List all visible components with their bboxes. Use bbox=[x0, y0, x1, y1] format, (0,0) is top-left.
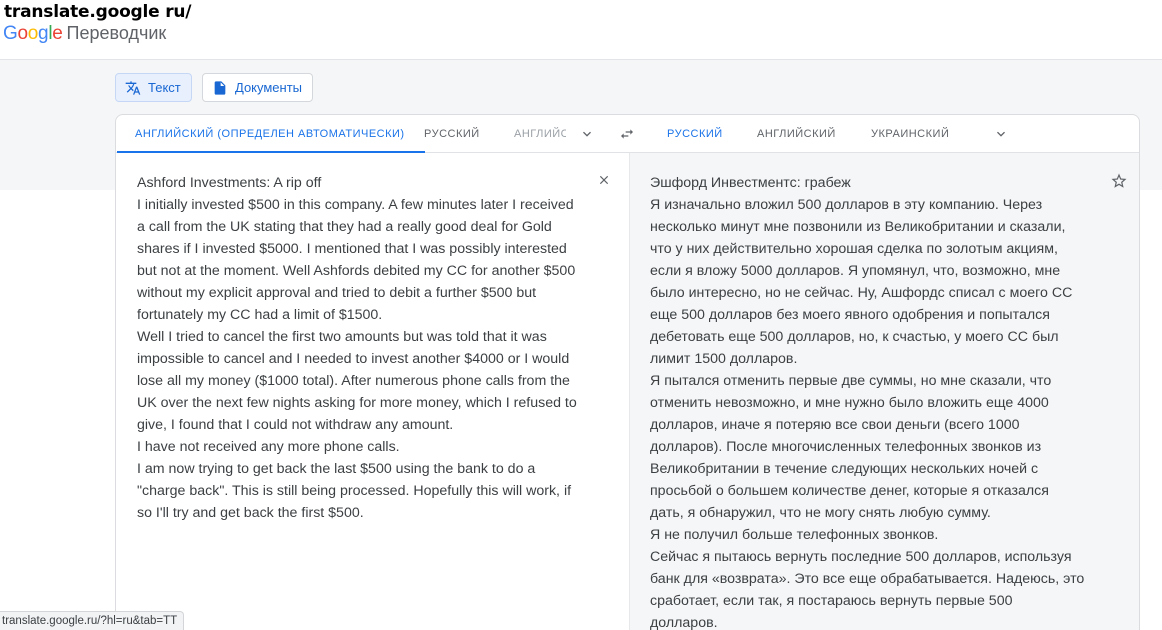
logo-letter: G bbox=[3, 23, 18, 44]
source-text-line: lose all my money ($1000 total). After n… bbox=[137, 373, 570, 389]
source-lang-detected-label: АНГЛИЙСКИЙ (ОПРЕДЕЛЕН АВТОМАТИЧЕСКИ) bbox=[135, 128, 405, 140]
translated-text-line: отменить невозможно, и мне нужно было вл… bbox=[650, 395, 1049, 411]
source-text-line: Well I tried to cancel the first two amo… bbox=[137, 329, 547, 345]
source-lang-russian-tab[interactable]: РУССКИЙ bbox=[424, 115, 480, 153]
translated-text-line: если я вложу 5000 долларов. Я упомянул, … bbox=[650, 263, 1061, 279]
source-text-line: shares if I invested $5000. I mentioned … bbox=[137, 241, 567, 257]
source-lang-detected-tab[interactable]: АНГЛИЙСКИЙ (ОПРЕДЕЛЕН АВТОМАТИЧЕСКИ) bbox=[117, 115, 425, 153]
source-text-line: I am now trying to get back the last $50… bbox=[137, 461, 536, 477]
status-bar-url: translate.google.ru/?hl=ru&tab=TT bbox=[0, 611, 185, 630]
translated-text-line: дебетовать еще 500 долларов, но, к счаст… bbox=[650, 329, 1059, 345]
target-lang-ukrainian-label: УКРАИНСКИЙ bbox=[871, 128, 950, 140]
source-text-line: impossible to cancel and I needed to inv… bbox=[137, 351, 570, 367]
url-caption: translate.google ru/ bbox=[4, 2, 192, 22]
close-icon[interactable] bbox=[597, 173, 611, 187]
translation-card: АНГЛИЙСКИЙ (ОПРЕДЕЛЕН АВТОМАТИЧЕСКИ) РУС… bbox=[115, 114, 1140, 630]
source-text-line: give, I found that I could not withdraw … bbox=[137, 417, 454, 433]
translated-text-line: что у них действительно хорошая сделка п… bbox=[650, 241, 1058, 257]
chevron-down-icon[interactable] bbox=[579, 126, 595, 142]
target-lang-russian-tab[interactable]: РУССКИЙ bbox=[667, 115, 723, 153]
source-textarea[interactable]: Ashford Investments: A rip off I initiall… bbox=[137, 172, 587, 524]
source-text-line: but not at the moment. Well Ashfords deb… bbox=[137, 263, 576, 279]
source-text-line: "charge back". This is still being proce… bbox=[137, 483, 572, 499]
source-text-line: I have not received any more phone calls… bbox=[137, 439, 400, 455]
translated-text-line: просьбой о большем количестве денег, кот… bbox=[650, 483, 1049, 499]
target-lang-english-tab[interactable]: АНГЛИЙСКИЙ bbox=[757, 115, 836, 153]
translated-text-line: Сейчас я пытаюсь вернуть последние 500 д… bbox=[650, 549, 1072, 565]
logo-letter: o bbox=[27, 23, 39, 44]
source-text-line: fortunately my CC had a limit of $1500. bbox=[137, 307, 383, 323]
logo-letter: e bbox=[52, 23, 63, 44]
translated-text-line: долларов, иначе я потеряю все свои деньг… bbox=[650, 417, 1020, 433]
translated-text-line: долларов). После многочисленных телефонн… bbox=[650, 439, 1042, 455]
google-logo: Google bbox=[3, 23, 63, 45]
translated-text-line: еще 500 долларов без моего явного одобре… bbox=[650, 307, 1050, 323]
translated-text-line: лимит 1500 долларов. bbox=[650, 351, 798, 367]
text-mode-label: Текст bbox=[148, 80, 181, 95]
document-icon bbox=[212, 80, 228, 96]
documents-mode-label: Документы bbox=[235, 80, 303, 95]
translated-text-line: Великобритании в течение следующих неско… bbox=[650, 461, 1039, 477]
product-name: Переводчик bbox=[66, 23, 167, 43]
target-lang-english-label: АНГЛИЙСКИЙ bbox=[757, 128, 836, 140]
source-lang-russian-label: РУССКИЙ bbox=[424, 128, 480, 140]
translated-text-line: Я не получил больше телефонных звонков. bbox=[650, 527, 939, 543]
translated-text-line: Я пытался отменить первые две суммы, но … bbox=[650, 373, 1052, 389]
source-text-pane[interactable]: Ashford Investments: A rip off I initiall… bbox=[116, 153, 629, 630]
translated-text-line: банк для «возврата». Это все еще обрабат… bbox=[650, 571, 1085, 587]
source-text-line: without my explicit approval and tried t… bbox=[137, 285, 537, 301]
translated-text-line: долларов. bbox=[650, 615, 718, 630]
translated-text-line: Эшфорд Инвестментс: грабеж bbox=[650, 175, 851, 191]
source-text-line: so I'll try and get back the first $500. bbox=[137, 505, 364, 521]
target-lang-ukrainian-tab[interactable]: УКРАИНСКИЙ bbox=[871, 115, 949, 153]
translate-icon bbox=[125, 80, 141, 96]
translation-pane: Эшфорд Инвестментс: грабеж Я изначально в… bbox=[629, 153, 1139, 630]
translated-text-line: дать, я обнаружил, что не могу снять люб… bbox=[650, 505, 991, 521]
translated-text-line: Я изначально вложил 500 долларов в эту к… bbox=[650, 197, 1043, 213]
source-text-line: UK over the next few nights asking for m… bbox=[137, 395, 577, 411]
logo-letter: o bbox=[17, 23, 28, 44]
source-text-line: a call from the UK stating that they had… bbox=[137, 219, 552, 235]
browser-viewport: translate.google ru/ Google Переводчик Т… bbox=[0, 0, 1162, 630]
swap-icon[interactable] bbox=[619, 126, 635, 142]
language-bar: АНГЛИЙСКИЙ (ОПРЕДЕЛЕН АВТОМАТИЧЕСКИ) РУС… bbox=[116, 115, 1139, 153]
documents-mode-button[interactable]: Документы bbox=[202, 73, 314, 102]
translated-text-line: несколько минут мне позвонили из Великоб… bbox=[650, 219, 1066, 235]
source-lang-english-tab[interactable]: АНГЛИЙС bbox=[514, 115, 566, 153]
source-text-line: I initially invested $500 in this compan… bbox=[137, 197, 574, 213]
target-lang-russian-label: РУССКИЙ bbox=[667, 128, 723, 140]
translated-text-line: было интересно, но не сейчас. Ну, Ашфорд… bbox=[650, 285, 1073, 301]
star-icon[interactable] bbox=[1110, 172, 1128, 190]
translated-text-line: сработает, если так, я постараюсь вернут… bbox=[650, 593, 1013, 609]
chevron-down-icon[interactable] bbox=[993, 126, 1009, 142]
source-text-line: Ashford Investments: A rip off bbox=[137, 175, 322, 191]
source-lang-english-label: АНГЛИЙС bbox=[514, 128, 566, 140]
translation-output: Эшфорд Инвестментс: грабеж Я изначально в… bbox=[650, 172, 1090, 630]
text-mode-button[interactable]: Текст bbox=[115, 73, 192, 102]
google-translate-brand[interactable]: Google Переводчик bbox=[3, 23, 166, 47]
logo-letter: g bbox=[38, 23, 49, 44]
